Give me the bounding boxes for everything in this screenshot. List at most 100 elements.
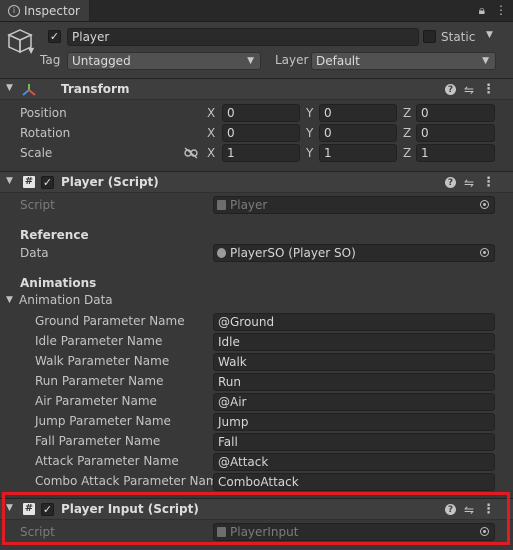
- param-label: Run Parameter Name: [35, 374, 164, 388]
- animation-data-label[interactable]: Animation Data: [19, 293, 113, 307]
- more-menu-icon[interactable]: ⋮: [495, 3, 507, 18]
- inspector-tab-bar: i Inspector 🔒︎ ⋮: [0, 0, 513, 22]
- chevron-down-icon: ▼: [247, 56, 254, 66]
- object-picker-icon[interactable]: [480, 248, 489, 257]
- tag-dropdown[interactable]: Untagged ▼: [67, 52, 261, 70]
- presets-icon[interactable]: ⇋: [464, 176, 474, 190]
- z-axis-label: Z: [403, 126, 412, 140]
- rotation-x-field[interactable]: 0: [222, 124, 300, 142]
- presets-icon[interactable]: ⇋: [464, 83, 474, 97]
- script-object-field[interactable]: PlayerInput: [213, 523, 495, 541]
- fold-arrow-icon[interactable]: ▼: [6, 83, 13, 93]
- help-icon[interactable]: ?: [444, 177, 456, 188]
- position-label: Position: [20, 106, 67, 120]
- tag-label: Tag: [40, 53, 61, 67]
- param-label: Walk Parameter Name: [35, 354, 170, 368]
- param-field[interactable]: @Attack: [213, 453, 495, 471]
- reference-header: Reference: [20, 228, 89, 242]
- help-icon[interactable]: ?: [444, 504, 456, 515]
- data-label: Data: [20, 246, 49, 260]
- script-value: Player: [230, 198, 268, 212]
- param-field[interactable]: @Ground: [213, 313, 495, 331]
- gameobject-header: ▼ ✓ Player Static ▼ Tag Untagged ▼ Layer…: [0, 22, 513, 79]
- transform-title: Transform: [61, 82, 130, 96]
- param-field[interactable]: Idle: [213, 333, 495, 351]
- param-field[interactable]: Walk: [213, 353, 495, 371]
- component-menu-icon[interactable]: ⋮: [482, 502, 495, 517]
- x-axis-label: X: [207, 146, 216, 160]
- y-axis-label: Y: [306, 106, 314, 120]
- script-object-field[interactable]: Player: [213, 196, 495, 214]
- rotation-y-field[interactable]: 0: [319, 124, 397, 142]
- z-axis-label: Z: [403, 106, 412, 120]
- static-checkbox[interactable]: [423, 30, 436, 43]
- active-checkbox[interactable]: ✓: [48, 30, 61, 43]
- transform-header[interactable]: ▼ Transform ? ⇋ ⋮: [0, 78, 513, 100]
- player-input-header[interactable]: ▼ # ✓ Player Input (Script) ? ⇋ ⋮: [0, 498, 513, 520]
- scale-x-field[interactable]: 1: [222, 144, 300, 162]
- component-menu-icon[interactable]: ⋮: [482, 82, 495, 97]
- player-script-title: Player (Script): [61, 175, 159, 189]
- script-file-icon: [217, 200, 226, 210]
- inspector-tab-label: Inspector: [24, 3, 80, 18]
- component-menu-icon[interactable]: ⋮: [482, 175, 495, 190]
- animation-data-fold-icon[interactable]: ▼: [6, 295, 13, 305]
- help-icon[interactable]: ?: [444, 84, 456, 95]
- rotation-label: Rotation: [20, 126, 71, 140]
- scale-y-field[interactable]: 1: [319, 144, 397, 162]
- layer-value: Default: [316, 54, 360, 68]
- inspector-tab[interactable]: i Inspector: [0, 0, 90, 21]
- animations-header: Animations: [20, 276, 97, 290]
- player-script-header[interactable]: ▼ # ✓ Player (Script) ? ⇋ ⋮: [0, 171, 513, 193]
- scriptable-object-icon: [217, 248, 226, 258]
- param-field[interactable]: Run: [213, 373, 495, 391]
- scale-z-field[interactable]: 1: [416, 144, 495, 162]
- lock-icon[interactable]: 🔒︎: [479, 3, 485, 18]
- object-picker-icon[interactable]: [480, 527, 489, 536]
- param-field[interactable]: @Air: [213, 393, 495, 411]
- object-name-field[interactable]: Player: [67, 28, 419, 46]
- tag-value: Untagged: [72, 54, 131, 68]
- chevron-down-icon: ▼: [482, 56, 489, 66]
- param-field[interactable]: Jump: [213, 413, 495, 431]
- scale-link-icon[interactable]: [184, 147, 198, 159]
- presets-icon[interactable]: ⇋: [464, 503, 474, 517]
- fold-arrow-icon[interactable]: ▼: [6, 176, 13, 186]
- z-axis-label: Z: [403, 146, 412, 160]
- param-field[interactable]: ComboAttack: [213, 473, 495, 491]
- param-label: Attack Parameter Name: [35, 454, 179, 468]
- csharp-script-icon: #: [23, 503, 35, 515]
- data-object-field[interactable]: PlayerSO (Player SO): [213, 244, 495, 262]
- script-file-icon: [217, 527, 226, 537]
- script-label: Script: [20, 198, 55, 212]
- param-label: Combo Attack Parameter Name: [35, 474, 213, 488]
- player-script-enabled-checkbox[interactable]: ✓: [41, 176, 54, 189]
- fold-arrow-icon[interactable]: ▼: [6, 503, 13, 513]
- position-x-field[interactable]: 0: [222, 104, 300, 122]
- layer-dropdown[interactable]: Default ▼: [311, 52, 496, 70]
- y-axis-label: Y: [306, 126, 314, 140]
- object-picker-icon[interactable]: [480, 200, 489, 209]
- transform-icon: [22, 84, 36, 96]
- scale-label: Scale: [20, 146, 53, 160]
- param-label: Jump Parameter Name: [35, 414, 171, 428]
- param-label: Fall Parameter Name: [35, 434, 161, 448]
- csharp-script-icon: #: [23, 176, 35, 188]
- param-label: Ground Parameter Name: [35, 314, 185, 328]
- layer-label: Layer: [275, 53, 309, 67]
- param-label: Air Parameter Name: [35, 394, 157, 408]
- icon-dropdown-arrow-icon[interactable]: ▼: [28, 46, 34, 55]
- static-label: Static: [441, 30, 476, 44]
- position-z-field[interactable]: 0: [416, 104, 495, 122]
- position-y-field[interactable]: 0: [319, 104, 397, 122]
- param-label: Idle Parameter Name: [35, 334, 163, 348]
- param-field[interactable]: Fall: [213, 433, 495, 451]
- x-axis-label: X: [207, 126, 216, 140]
- player-input-enabled-checkbox[interactable]: ✓: [41, 503, 54, 516]
- rotation-z-field[interactable]: 0: [416, 124, 495, 142]
- x-axis-label: X: [207, 106, 216, 120]
- y-axis-label: Y: [306, 146, 314, 160]
- info-icon: i: [8, 4, 20, 17]
- data-value: PlayerSO (Player SO): [230, 246, 356, 260]
- static-dropdown-icon[interactable]: ▼: [486, 30, 493, 40]
